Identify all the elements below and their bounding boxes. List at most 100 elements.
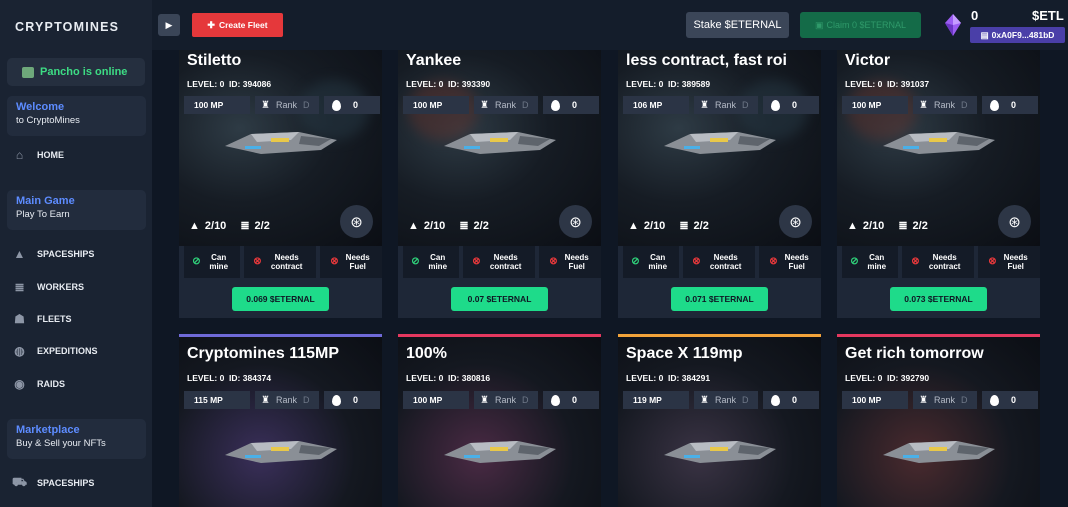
app-logo[interactable]: CRYPTOMINES (15, 20, 119, 34)
fleet-level-id: LEVEL: 0 ID: 389589 (626, 79, 710, 89)
wallet-icon: ▤ (980, 29, 989, 40)
sidebar-item-label: SPACESHIPS (37, 248, 95, 259)
create-fleet-label: Create Fleet (218, 20, 268, 30)
status-needs-contract: ⊗ Needs contract (244, 246, 316, 278)
play-button[interactable]: ▶ (158, 14, 180, 36)
claim-icon: ▣ (814, 19, 824, 30)
fleet-card[interactable]: Space X 119mp LEVEL: 0 ID: 384291 119 MP ♜ R… (618, 334, 821, 507)
rank-value: D (521, 395, 529, 405)
ships-count: ≣ 2/2 (240, 219, 270, 233)
fleet-id: ID: 391037 (887, 79, 930, 89)
sidebar-item-spaceships[interactable]: ▲ SPACESHIPS (12, 246, 95, 261)
rocket-icon: ▲ (847, 219, 858, 232)
buy-fleet-button[interactable]: 0.073 $ETERNAL (890, 287, 987, 311)
workers-count: ▲ 2/10 (408, 220, 445, 232)
stake-button[interactable]: Stake $ETERNAL (686, 12, 789, 38)
fleet-name: Stiletto (187, 52, 242, 69)
rank-label: Rank (275, 100, 297, 110)
fleet-level-id: LEVEL: 0 ID: 394086 (187, 79, 271, 89)
fleet-id: ID: 393390 (448, 79, 491, 89)
workers-count: ▲ 2/10 (189, 220, 226, 232)
status-needs-contract: ⊗ Needs contract (683, 246, 755, 278)
ships-value: 2/2 (473, 219, 489, 232)
status-label: Needs Fuel (564, 252, 589, 271)
mining-power: 115 MP (184, 391, 250, 409)
fleet-details-button[interactable]: ⊛ (340, 205, 373, 238)
online-status-label: Pancho is online (40, 66, 128, 78)
ships-count: ≣ 2/2 (459, 219, 489, 233)
fleet-rank: ♜ Rank D (255, 391, 319, 409)
x-circle-icon: ⊗ (330, 256, 339, 268)
buy-fleet-button[interactable]: 0.071 $ETERNAL (671, 287, 768, 311)
buy-fleet-button[interactable]: 0.07 $ETERNAL (451, 287, 548, 311)
layers-icon: ≣ (14, 279, 25, 294)
mining-power: 106 MP (623, 96, 689, 114)
status-label: Can mine (428, 252, 448, 271)
fleet-card[interactable]: Stiletto LEVEL: 0 ID: 394086 100 MP ♜ Rank D 0… (179, 50, 382, 318)
claim-button[interactable]: ▣ Claim 0 $ETERNAL (800, 12, 921, 38)
sidebar-item-workers[interactable]: ≣ WORKERS (12, 279, 84, 294)
fleet-rank: ♜ Rank D (255, 96, 319, 114)
fleet-level: LEVEL: 0 (406, 373, 444, 383)
fleet-card[interactable]: Yankee LEVEL: 0 ID: 393390 100 MP ♜ Rank D 0 ▲ 2… (398, 50, 601, 318)
rocket-icon: ▲ (13, 246, 26, 261)
buy-fleet-button[interactable]: 0.069 $ETERNAL (232, 287, 329, 311)
fuel-drop-icon (551, 99, 560, 111)
check-circle-icon: ⊘ (411, 256, 420, 268)
eternal-crystal-icon (945, 14, 961, 36)
trophy-icon: ♜ (919, 394, 928, 406)
fuel-drop-icon (990, 394, 999, 406)
fuel-value: 0 (572, 100, 578, 110)
fleet-counts: ▲ 2/10 ≣ 2/2 (628, 219, 709, 233)
sidebar-item-label: SPACESHIPS (37, 477, 95, 488)
fleet-level: LEVEL: 0 (845, 79, 883, 89)
x-circle-icon: ⊗ (549, 256, 558, 268)
status-needs-contract: ⊗ Needs contract (902, 246, 974, 278)
marketplace-title: Marketplace (16, 424, 80, 436)
welcome-subtitle: to CryptoMines (16, 115, 80, 126)
fuel-value: 0 (792, 395, 798, 405)
fleet-stats: 106 MP ♜ Rank D 0 (623, 96, 819, 114)
fleet-details-button[interactable]: ⊛ (998, 205, 1031, 238)
fleet-card[interactable]: less contract, fast roi LEVEL: 0 ID: 3895… (618, 50, 821, 318)
fleet-level-id: LEVEL: 0 ID: 392790 (845, 373, 929, 383)
create-fleet-button[interactable]: ✚ Create Fleet (192, 13, 283, 37)
status-needs-fuel: ⊗ Needs Fuel (978, 246, 1040, 278)
fleet-counts: ▲ 2/10 ≣ 2/2 (847, 219, 928, 233)
x-circle-icon: ⊗ (692, 256, 701, 268)
check-circle-icon: ⊘ (850, 256, 859, 268)
rank-label: Rank (494, 395, 516, 405)
sidebar-item-expeditions[interactable]: ◍ EXPEDITIONS (12, 344, 97, 358)
status-can-mine: ⊘ Can mine (403, 246, 459, 278)
fleet-details-button[interactable]: ⊛ (559, 205, 592, 238)
workers-count: ▲ 2/10 (628, 220, 665, 232)
rank-value: D (960, 100, 968, 110)
fleet-level-id: LEVEL: 0 ID: 393390 (406, 79, 490, 89)
fleet-card[interactable]: Get rich tomorrow LEVEL: 0 ID: 392790 100 … (837, 334, 1040, 507)
fleet-fuel: 0 (324, 96, 380, 114)
fleet-card[interactable]: 100% LEVEL: 0 ID: 380816 100 MP ♜ Rank D 0 (398, 334, 601, 507)
trophy-icon: ♜ (480, 394, 489, 406)
fleet-id: ID: 380816 (448, 373, 491, 383)
fleet-level: LEVEL: 0 (406, 79, 444, 89)
fuel-value: 0 (1011, 395, 1017, 405)
status-can-mine: ⊘ Can mine (184, 246, 240, 278)
fleet-details-button[interactable]: ⊛ (779, 205, 812, 238)
fuel-value: 0 (353, 395, 359, 405)
mining-power: 100 MP (403, 96, 469, 114)
fuel-value: 0 (1011, 100, 1017, 110)
trophy-icon: ♜ (919, 99, 928, 111)
sidebar-item-fleets[interactable]: ☗ FLEETS (12, 312, 71, 326)
status-label: Needs Fuel (345, 252, 370, 271)
home-icon: ⌂ (15, 147, 24, 162)
sidebar-item-home[interactable]: ⌂ HOME (12, 147, 64, 162)
fleet-id: ID: 384291 (668, 373, 711, 383)
fleet-card[interactable]: Victor LEVEL: 0 ID: 391037 100 MP ♜ Rank D 0 ▲ 2… (837, 50, 1040, 318)
wallet-address-button[interactable]: ▤ 0xA0F9...481bD (970, 27, 1065, 43)
sidebar-item-raids[interactable]: ◉ RAIDS (12, 377, 65, 391)
status-label: Needs contract (709, 252, 742, 271)
user-icon (22, 66, 34, 78)
check-circle-icon: ⊘ (631, 256, 640, 268)
fleet-card[interactable]: Cryptomines 115MP LEVEL: 0 ID: 384374 115 … (179, 334, 382, 507)
sidebar-item-market-spaceships[interactable]: ⛟ SPACESHIPS (12, 475, 95, 489)
